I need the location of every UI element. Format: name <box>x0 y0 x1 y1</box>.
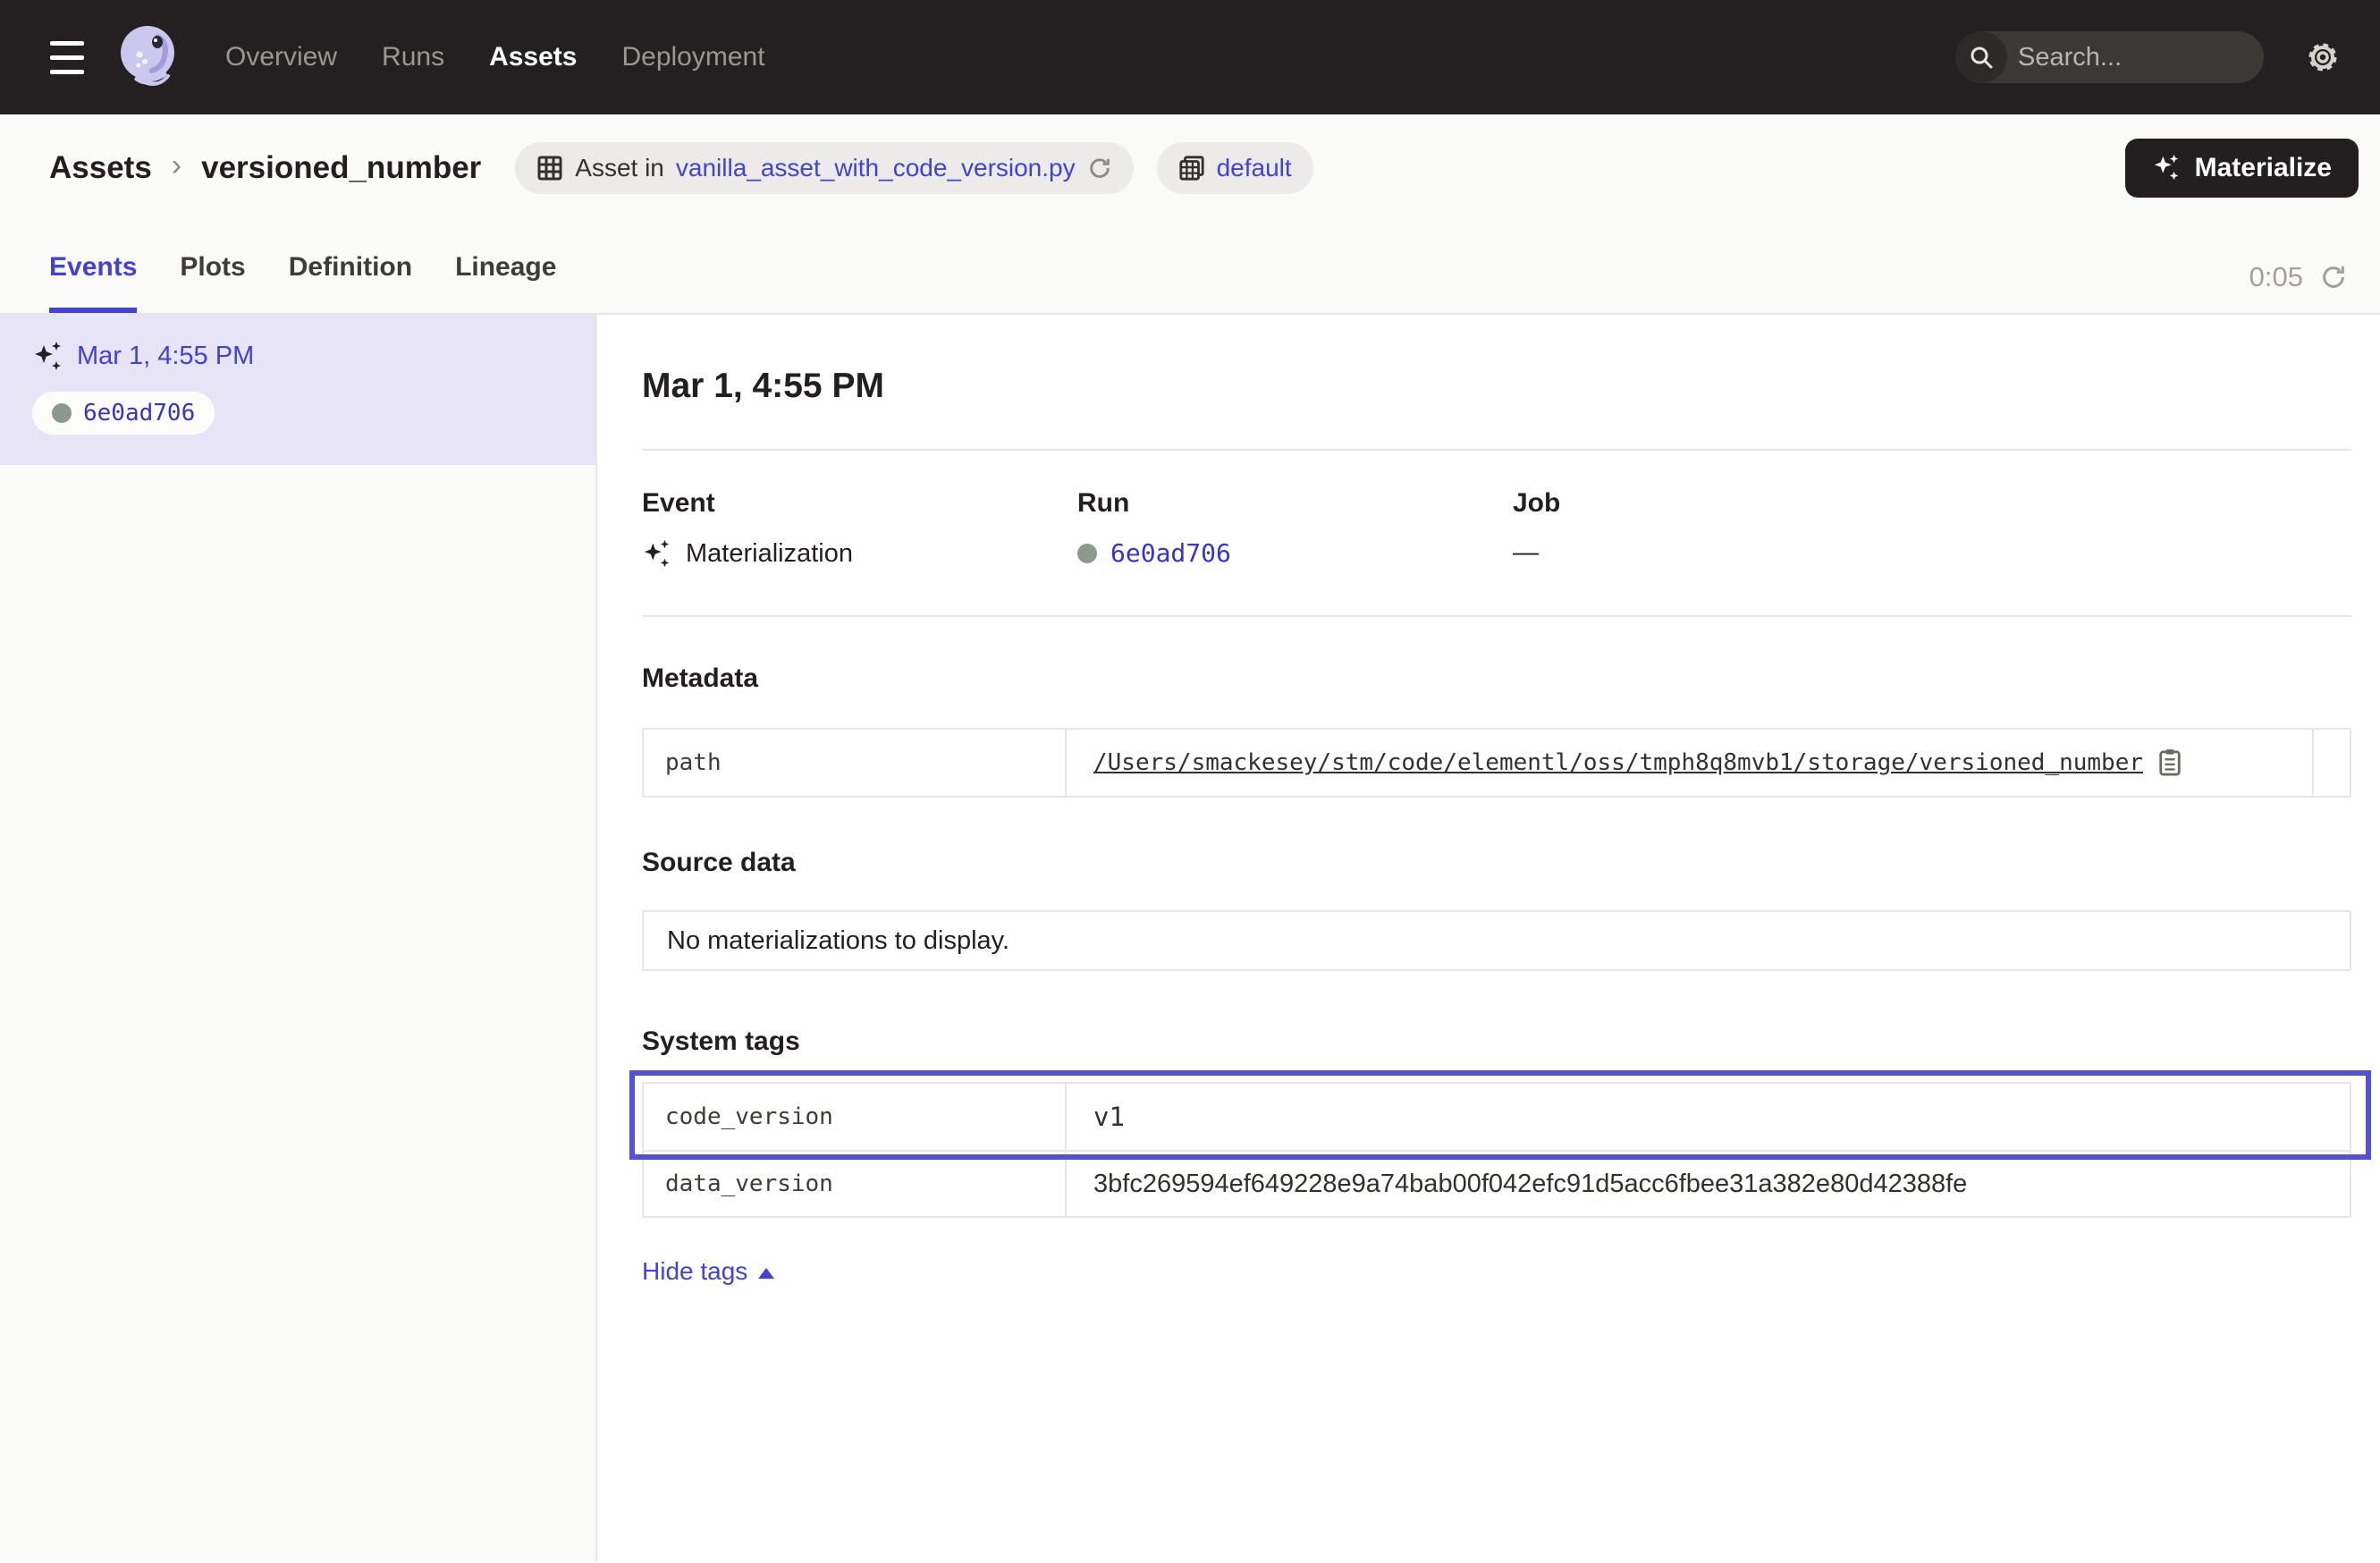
event-list-item-selected[interactable]: Mar 1, 4:55 PM 6e0ad706 <box>0 315 595 465</box>
source-data-heading: Source data <box>642 848 2351 878</box>
copy-to-clipboard-icon[interactable] <box>2157 748 2182 777</box>
refresh-icon[interactable] <box>2319 263 2348 291</box>
event-timestamp-link[interactable]: Mar 1, 4:55 PM <box>77 342 254 371</box>
app-header: Overview Runs Assets Deployment / <box>0 0 2380 114</box>
job-column: Job — <box>1513 488 2351 569</box>
sparkle-icon <box>2152 153 2182 183</box>
hamburger-menu-icon[interactable] <box>34 25 98 89</box>
tab-definition[interactable]: Definition <box>289 222 412 313</box>
hide-tags-label: Hide tags <box>642 1257 747 1286</box>
metadata-heading: Metadata <box>642 663 2351 694</box>
event-column: Event Materialization <box>642 488 1077 569</box>
main-nav: Overview Runs Assets Deployment <box>225 42 765 72</box>
nav-overview[interactable]: Overview <box>225 42 337 72</box>
system-tags-table: code_version v1 data_version 3bfc269594e… <box>642 1082 2351 1218</box>
page-title: versioned_number <box>201 150 481 186</box>
system-tags-heading: System tags <box>642 1027 2351 1057</box>
metadata-key-path: path <box>644 730 1067 796</box>
refresh-countdown: 0:05 <box>2249 261 2303 293</box>
repository-icon <box>1178 155 1205 182</box>
table-row-data-version: data_version 3bfc269594ef649228e9a74bab0… <box>644 1150 2350 1216</box>
run-status-dot-detail <box>1077 544 1097 563</box>
source-data-empty-state: No materializations to display. <box>642 910 2351 971</box>
hide-tags-link[interactable]: Hide tags <box>642 1257 774 1286</box>
metadata-path-link[interactable]: /Users/smackesey/stm/code/elementl/oss/t… <box>1093 749 2143 776</box>
materialize-label: Materialize <box>2195 153 2332 183</box>
tag-key-data-version: data_version <box>644 1152 1067 1216</box>
event-detail-panel: Mar 1, 4:55 PM Event Materialization <box>597 315 2380 1561</box>
materialization-event-icon <box>642 538 672 569</box>
reload-definition-icon[interactable] <box>1087 156 1112 181</box>
asset-table-icon <box>536 155 563 182</box>
run-column-label: Run <box>1077 488 1513 519</box>
asset-definition-file-link[interactable]: vanilla_asset_with_code_version.py <box>676 154 1076 182</box>
tab-events[interactable]: Events <box>49 222 137 313</box>
materialization-sparkle-icon <box>32 340 64 372</box>
event-list-sidebar: Mar 1, 4:55 PM 6e0ad706 <box>0 315 597 1561</box>
repository-default-link[interactable]: default <box>1217 154 1292 182</box>
repository-badge[interactable]: default <box>1157 142 1313 194</box>
event-detail-title: Mar 1, 4:55 PM <box>642 367 2351 406</box>
job-column-label: Job <box>1513 488 2351 519</box>
global-search[interactable]: / <box>1955 31 2264 83</box>
event-type-value: Materialization <box>686 539 853 569</box>
run-id-link[interactable]: 6e0ad706 <box>1110 538 1231 568</box>
tag-key-code-version: code_version <box>644 1084 1067 1150</box>
nav-deployment[interactable]: Deployment <box>621 42 764 72</box>
run-status-dot <box>52 403 72 423</box>
run-column: Run 6e0ad706 <box>1077 488 1513 569</box>
breadcrumb-bar: Assets › versioned_number Asset in vanil… <box>0 114 2380 222</box>
asset-in-label: Asset in <box>575 154 664 182</box>
nav-runs[interactable]: Runs <box>382 42 444 72</box>
tag-value-code-version: v1 <box>1067 1084 2350 1150</box>
run-id-label: 6e0ad706 <box>83 400 195 427</box>
metadata-table: path /Users/smackesey/stm/code/elementl/… <box>642 728 2351 798</box>
nav-assets[interactable]: Assets <box>489 42 577 72</box>
metadata-actions-cell <box>2314 730 2350 796</box>
job-value-dash: — <box>1513 538 1539 568</box>
tab-lineage[interactable]: Lineage <box>455 222 556 313</box>
settings-gear-icon[interactable] <box>2303 38 2342 77</box>
asset-tabs-bar: Events Plots Definition Lineage 0:05 <box>0 222 2380 315</box>
event-column-label: Event <box>642 488 1077 519</box>
dagster-logo[interactable] <box>111 21 184 94</box>
table-row-code-version: code_version v1 <box>644 1084 2350 1150</box>
run-id-chip[interactable]: 6e0ad706 <box>32 392 215 435</box>
asset-definition-badge[interactable]: Asset in vanilla_asset_with_code_version… <box>515 142 1133 194</box>
search-icon <box>1955 31 2007 83</box>
tab-plots[interactable]: Plots <box>180 222 245 313</box>
materialize-button[interactable]: Materialize <box>2125 139 2359 198</box>
search-input[interactable] <box>2007 43 2264 72</box>
breadcrumb-assets-link[interactable]: Assets <box>49 150 152 186</box>
breadcrumb-separator: › <box>172 148 181 189</box>
tag-value-data-version: 3bfc269594ef649228e9a74bab00f042efc91d5a… <box>1067 1152 2350 1216</box>
caret-up-icon <box>758 1268 774 1279</box>
